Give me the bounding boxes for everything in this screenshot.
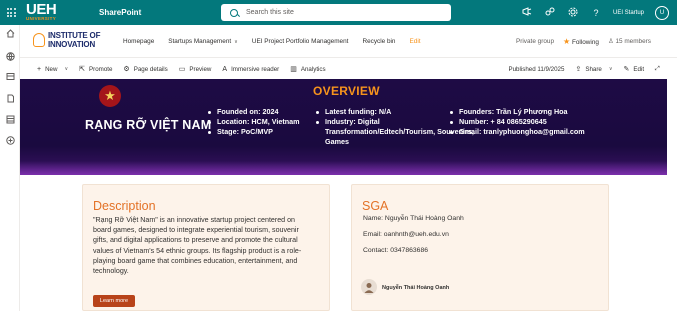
nav-homepage[interactable]: Homepage xyxy=(123,38,154,45)
overview-banner: ★ RẠNG RỠ VIỆT NAM OVERVIEW Founded on: … xyxy=(20,79,667,175)
site-logo[interactable]: INSTITUTE OF INNOVATION xyxy=(33,30,123,52)
nav-startups-management[interactable]: Startups Management ∨ xyxy=(168,38,238,45)
nav-recycle-bin[interactable]: Recycle bin xyxy=(362,38,395,45)
share-icon: ⇪ xyxy=(575,66,582,73)
members-button[interactable]: ♙ 15 members xyxy=(608,37,651,45)
app-name[interactable]: SharePoint xyxy=(99,8,141,17)
location: Location: HCM, Vietnam xyxy=(208,117,308,127)
startup-name: RẠNG RỠ VIỆT NAM xyxy=(85,118,212,132)
sga-contact: Contact: 0347863686 xyxy=(363,247,429,254)
person-name[interactable]: Nguyễn Thái Hoàng Oanh xyxy=(382,285,449,291)
user-name[interactable]: UEI Startup xyxy=(613,10,644,16)
description-heading: Description xyxy=(93,199,156,213)
follow-button[interactable]: ★ Following xyxy=(563,37,599,46)
founded-on: Founded on: 2024 xyxy=(208,107,308,117)
new-button[interactable]: + New ∨ xyxy=(37,66,68,73)
founders: Founders: Trần Lý Phương Hoa xyxy=(450,107,640,117)
chevron-down-icon: ∨ xyxy=(608,66,613,72)
published-status: Published 11/9/2025 xyxy=(508,65,565,73)
ueh-logo[interactable]: UEH UNIVERSITY xyxy=(26,0,62,25)
promote-icon: ⇱ xyxy=(79,66,86,73)
immersive-reader-icon: A xyxy=(222,65,228,73)
sga-name: Name: Nguyễn Thái Hoàng Oanh xyxy=(363,215,464,222)
nav-edit[interactable]: Edit xyxy=(410,38,421,45)
help-icon[interactable]: ? xyxy=(590,8,602,18)
command-bar: + New ∨ ⇱ Promote ⚙ Page details ▭ Preview AI… xyxy=(20,57,677,79)
scrollbar[interactable] xyxy=(667,79,677,311)
search-icon xyxy=(230,8,238,17)
expand-icon[interactable]: ⤢ xyxy=(655,65,660,73)
search-placeholder: Search this site xyxy=(246,9,294,16)
pencil-icon: ✎ xyxy=(623,66,630,73)
list-icon[interactable] xyxy=(5,115,15,125)
info-column-1: Founded on: 2024 Location: HCM, Vietnam … xyxy=(208,107,308,137)
description-body: "Rạng Rỡ Việt Nam" is an innovative star… xyxy=(93,216,302,276)
avatar[interactable] xyxy=(361,279,377,295)
document-icon[interactable] xyxy=(5,94,15,104)
avatar[interactable]: U xyxy=(655,5,669,20)
megaphone-icon[interactable] xyxy=(521,7,533,18)
home-icon[interactable] xyxy=(5,29,15,39)
sga-card: SGA Name: Nguyễn Thái Hoàng Oanh Email: … xyxy=(351,184,609,311)
share-button[interactable]: ⇪ Share ∨ xyxy=(575,65,613,74)
banner-title: OVERVIEW xyxy=(313,84,380,98)
learn-more-button[interactable]: Learn more xyxy=(93,295,135,307)
analytics-icon: ▥ xyxy=(290,66,297,73)
stage: Stage: PoC/MVP xyxy=(208,127,308,137)
lightbulb-icon xyxy=(33,33,45,47)
page-details-button[interactable]: ⚙ Page details xyxy=(123,65,167,74)
edit-button[interactable]: ✎ Edit xyxy=(623,65,645,74)
chevron-down-icon: ∨ xyxy=(64,66,69,72)
vietnam-star-logo: ★ xyxy=(99,85,121,107)
feed-icon[interactable] xyxy=(5,72,15,82)
preview-button[interactable]: ▭ Preview xyxy=(178,65,212,74)
share-icon[interactable] xyxy=(544,7,556,18)
gear-icon[interactable] xyxy=(567,7,579,19)
people-icon: ♙ xyxy=(607,38,614,45)
privacy-label: Private group xyxy=(515,37,554,45)
globe-icon[interactable] xyxy=(5,52,15,62)
gmail: Gmail: tranlyphuonghoa@gmail.com xyxy=(450,127,640,137)
site-header: INSTITUTE OF INNOVATION Homepage Startup… xyxy=(20,25,677,57)
description-card: Description "Rạng Rỡ Việt Nam" is an inn… xyxy=(82,184,330,311)
search-input[interactable]: Search this site xyxy=(221,4,451,21)
left-rail xyxy=(0,25,20,311)
analytics-button[interactable]: ▥ Analytics xyxy=(290,65,325,74)
nav-portfolio-management[interactable]: UEI Project Portfolio Management xyxy=(252,38,349,45)
immersive-reader-button[interactable]: A Immersive reader xyxy=(222,66,279,73)
gear-icon: ⚙ xyxy=(123,66,130,73)
app-launcher-icon[interactable] xyxy=(0,0,22,25)
info-column-3: Founders: Trần Lý Phương Hoa Number: + 8… xyxy=(450,107,640,137)
chevron-down-icon: ∨ xyxy=(234,38,238,45)
top-nav: Homepage Startups Management ∨ UEI Projec… xyxy=(123,25,421,57)
star-icon: ★ xyxy=(563,36,571,46)
suite-bar: UEH UNIVERSITY SharePoint Search this si… xyxy=(0,0,677,25)
banner-glow xyxy=(20,161,667,175)
preview-icon: ▭ xyxy=(178,66,186,73)
promote-button[interactable]: ⇱ Promote xyxy=(79,65,112,74)
phone-number: Number: + 84 0865290645 xyxy=(450,117,640,127)
add-icon[interactable] xyxy=(5,136,15,146)
sga-email: Email: oanhnth@ueh.edu.vn xyxy=(363,231,449,238)
sga-heading: SGA xyxy=(362,199,389,213)
plus-icon: + xyxy=(37,65,42,73)
